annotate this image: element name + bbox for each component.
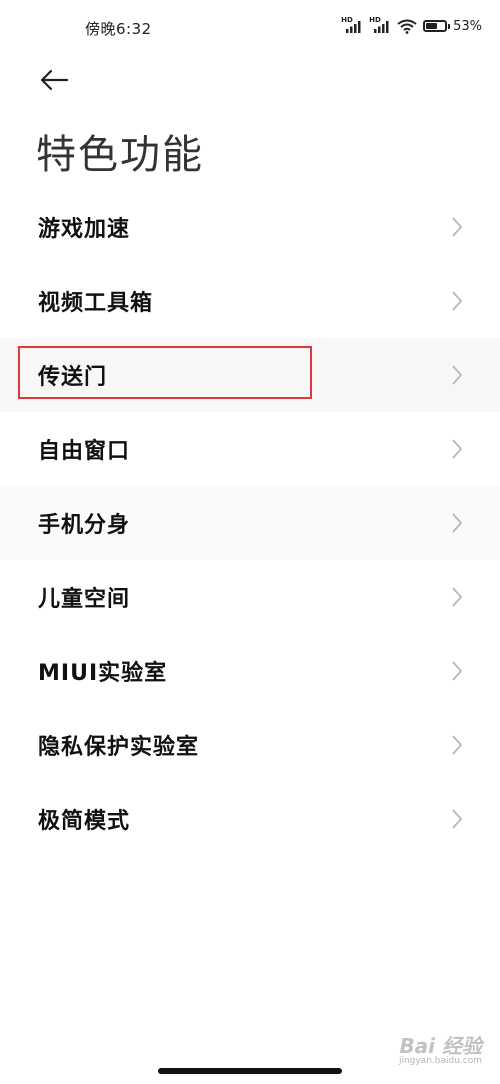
chevron-right-icon (452, 365, 463, 385)
list-item-label: 隐私保护实验室 (38, 735, 200, 760)
watermark-url: jingyan.baidu.com (398, 1056, 482, 1066)
list-item-second-space[interactable]: 手机分身 (0, 486, 500, 560)
chevron-right-icon (452, 809, 463, 829)
status-time: 傍晚6:32 (85, 20, 152, 38)
list-item-portal[interactable]: 传送门 (0, 338, 500, 412)
list-item-label: 游戏加速 (38, 217, 131, 242)
signal-icon-2: HD (369, 16, 391, 34)
chevron-right-icon (452, 217, 463, 237)
chevron-right-icon (452, 587, 463, 607)
chevron-right-icon (452, 513, 463, 533)
list-item-label: 视频工具箱 (38, 291, 154, 316)
chevron-right-icon (452, 735, 463, 755)
chevron-right-icon (452, 439, 463, 459)
list-item-game-boost[interactable]: 游戏加速 (0, 190, 500, 264)
status-bar: 傍晚6:32 HD HD 53% (0, 0, 500, 60)
status-icons: HD HD 53% (341, 16, 482, 34)
page-title: 特色功能 (36, 132, 204, 178)
feature-list: 游戏加速 视频工具箱 传送门 自由窗口 手机分身 儿童空间 MIUI实验室 隐私… (0, 190, 500, 856)
chevron-right-icon (452, 291, 463, 311)
list-item-label: 自由窗口 (38, 439, 131, 464)
battery-percent: 53% (453, 18, 482, 34)
list-item-video-toolbox[interactable]: 视频工具箱 (0, 264, 500, 338)
watermark-logo: Bai 经验 (399, 1034, 482, 1058)
chevron-right-icon (452, 661, 463, 681)
list-item-label: MIUI实验室 (38, 661, 168, 686)
back-arrow-icon (40, 69, 69, 91)
signal-icon: HD (341, 16, 363, 34)
wifi-icon (397, 19, 417, 34)
list-item-label: 手机分身 (38, 513, 131, 538)
back-button[interactable] (30, 60, 78, 100)
list-item-free-window[interactable]: 自由窗口 (0, 412, 500, 486)
battery-icon: 53% (423, 19, 482, 34)
list-item-label: 极简模式 (38, 809, 131, 834)
home-indicator[interactable] (158, 1068, 342, 1074)
list-item-simple-mode[interactable]: 极简模式 (0, 782, 500, 856)
list-item-label: 传送门 (38, 365, 108, 390)
list-item-miui-lab[interactable]: MIUI实验室 (0, 634, 500, 708)
list-item-label: 儿童空间 (38, 587, 131, 612)
list-item-kids-space[interactable]: 儿童空间 (0, 560, 500, 634)
list-item-privacy-lab[interactable]: 隐私保护实验室 (0, 708, 500, 782)
